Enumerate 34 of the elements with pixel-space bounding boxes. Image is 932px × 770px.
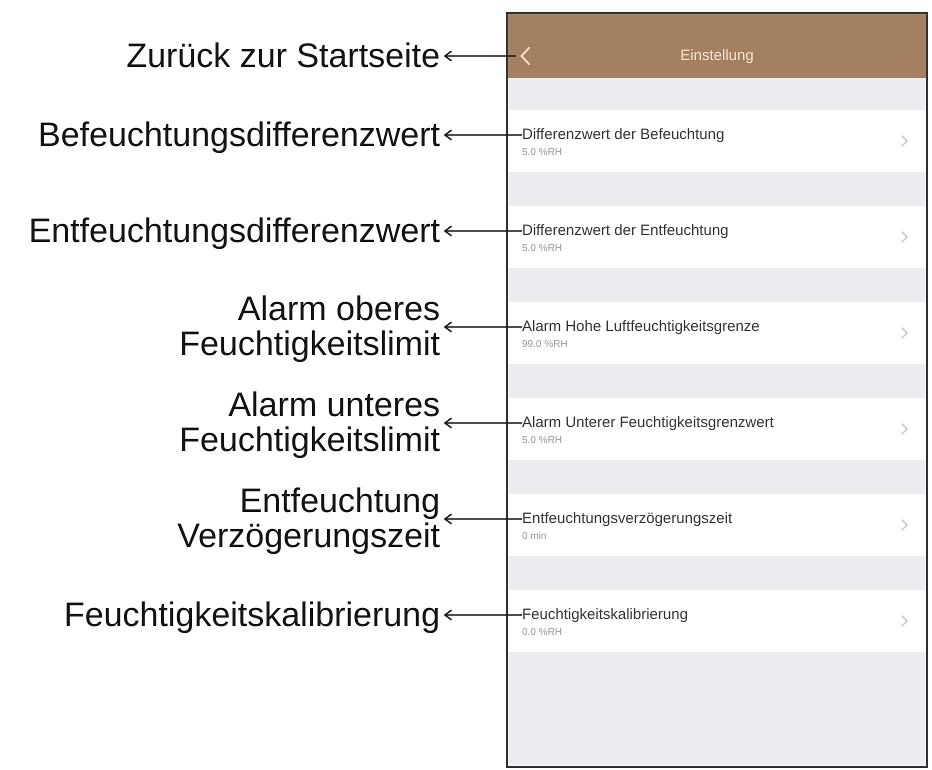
setting-title: Differenzwert der Befeuchtung [522, 125, 724, 145]
screen-title: Einstellung [680, 46, 754, 66]
setting-title: Feuchtigkeitskalibrierung [522, 605, 688, 625]
settings-row[interactable]: Differenzwert der Entfeuchtung 5.0 %RH [508, 206, 926, 268]
annotation-label: Entfeuchtungsdifferenzwert [28, 214, 440, 248]
setting-value: 5.0 %RH [522, 146, 564, 160]
annotation-label: Befeuchtungsdifferenzwert [38, 118, 440, 152]
setting-value: 5.0 %RH [522, 242, 564, 256]
chevron-right-icon [901, 327, 908, 339]
chevron-right-icon [901, 423, 908, 435]
chevron-right-icon [901, 231, 908, 243]
settings-row[interactable]: Alarm Unterer Feuchtigkeitsgrenzwert 5.0 %RH [508, 398, 926, 460]
annotation-label: Entfeuchtung Verzögerungszeit [177, 484, 440, 554]
setting-title: Differenzwert der Entfeuchtung [522, 221, 729, 241]
chevron-right-icon [901, 519, 908, 531]
settings-row[interactable]: Entfeuchtungsverzögerungszeit 0 min [508, 494, 926, 556]
setting-value: 5.0 %RH [522, 434, 564, 448]
annotation-label: Alarm unteres Feuchtigkeitslimit [179, 388, 440, 458]
chevron-right-icon [901, 135, 908, 147]
annotation-label: Alarm oberes Feuchtigkeitslimit [179, 292, 440, 362]
setting-value: 0 min [522, 530, 548, 544]
setting-title: Alarm Hohe Luftfeuchtigkeitsgrenze [522, 317, 760, 337]
chevron-right-icon [901, 615, 908, 627]
setting-title: Alarm Unterer Feuchtigkeitsgrenzwert [522, 413, 774, 433]
leader-arrow [444, 50, 516, 62]
settings-row[interactable]: Alarm Hohe Luftfeuchtigkeitsgrenze 99.0 %RH [508, 302, 926, 364]
annotation-label: Feuchtigkeitskalibrierung [64, 598, 440, 632]
annotation-label: Zurück zur Startseite [126, 38, 440, 74]
setting-title: Entfeuchtungsverzögerungszeit [522, 509, 732, 529]
settings-row[interactable]: Feuchtigkeitskalibrierung 0.0 %RH [508, 590, 926, 652]
setting-value: 99.0 %RH [522, 338, 569, 352]
settings-row[interactable]: Differenzwert der Befeuchtung 5.0 %RH [508, 110, 926, 172]
setting-value: 0.0 %RH [522, 626, 564, 640]
back-icon[interactable] [520, 47, 530, 65]
